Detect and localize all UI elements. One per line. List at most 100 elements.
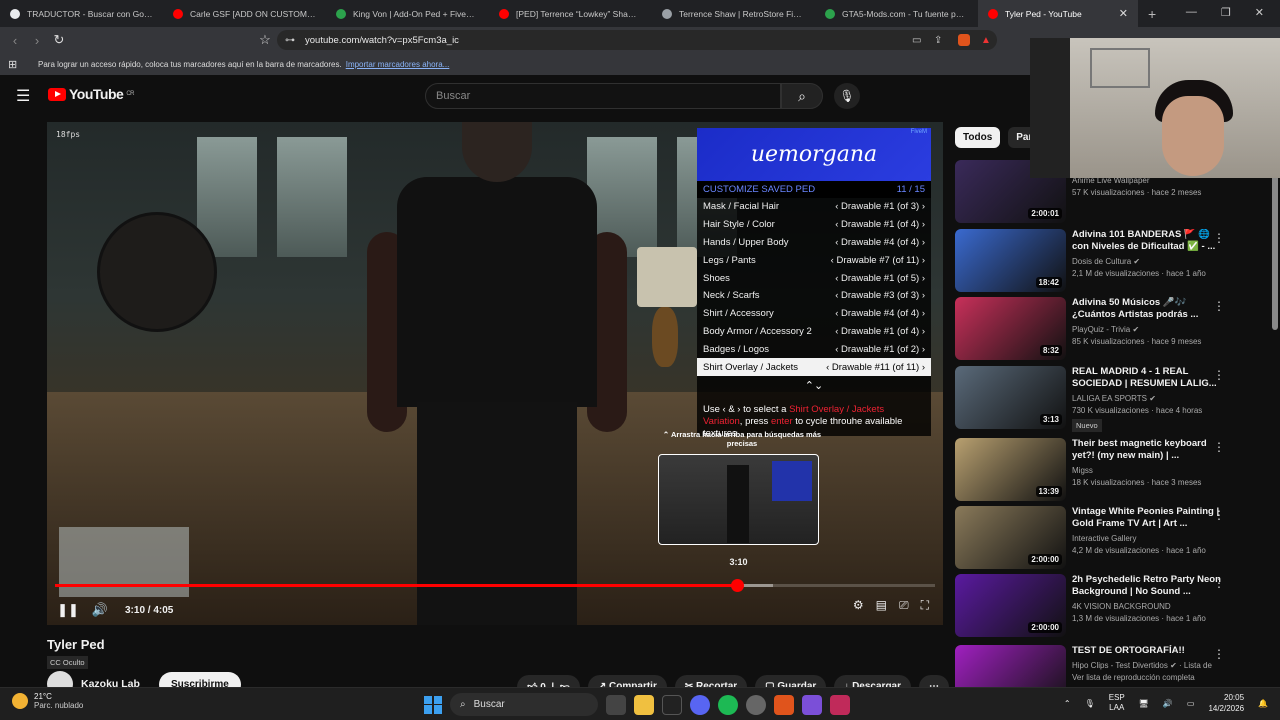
- bookmark-icon[interactable]: ☆: [254, 32, 276, 48]
- more-options-icon[interactable]: ⋮: [1213, 440, 1225, 454]
- weather-widget[interactable]: 21°C Parc. nublado: [12, 692, 83, 710]
- video-player[interactable]: 18fps uemorgana FiveM CUSTOMIZE SAVED PE…: [47, 122, 943, 625]
- network-icon[interactable]: 🖥: [1139, 699, 1149, 708]
- drag-hint: ⌃ Arrastra hacia arriba para búsquedas m…: [662, 430, 822, 448]
- video-thumbnail[interactable]: 3:13: [955, 366, 1066, 429]
- back-icon[interactable]: ‹: [4, 33, 26, 48]
- video-title[interactable]: Vintage White Peonies Painting | Gold Fr…: [1072, 506, 1222, 530]
- video-thumbnail[interactable]: 13:39: [955, 438, 1066, 501]
- ped-menu: uemorgana FiveM CUSTOMIZE SAVED PED 11 /…: [697, 128, 931, 436]
- taskbar-search[interactable]: ⌕ Buscar: [450, 693, 598, 716]
- pause-icon[interactable]: ❚❚: [57, 602, 79, 618]
- battery-icon[interactable]: ▭: [1187, 699, 1195, 708]
- site-info-icon[interactable]: ⊶: [285, 35, 295, 46]
- related-video[interactable]: 3:13 REAL MADRID 4 - 1 REAL SOCIEDAD | RE…: [955, 366, 1280, 432]
- task-view-icon[interactable]: [606, 694, 626, 715]
- video-channel[interactable]: Dosis de Cultura ✔: [1072, 257, 1222, 266]
- video-thumbnail[interactable]: 2:00:00: [955, 506, 1066, 569]
- video-channel[interactable]: PlayQuiz - Trivia ✔: [1072, 325, 1222, 334]
- windows-start-icon[interactable]: [424, 695, 442, 714]
- video-channel[interactable]: Hipo Clips - Test Divertidos ✔ · Lista d…: [1072, 661, 1222, 670]
- more-options-icon[interactable]: ⋮: [1213, 231, 1225, 245]
- share-icon[interactable]: ⇪: [934, 35, 942, 46]
- video-title[interactable]: Their best magnetic keyboard yet?! (my n…: [1072, 438, 1222, 462]
- video-title[interactable]: TEST DE ORTOGRAFÍA!!: [1072, 645, 1222, 657]
- video-title[interactable]: Adivina 101 BANDERAS 🚩 🌐 con Niveles de …: [1072, 229, 1222, 253]
- app-icon[interactable]: [662, 694, 682, 715]
- import-bookmarks-link[interactable]: Importar marcadores ahora...: [346, 60, 450, 69]
- youtube-logo[interactable]: YouTube CR: [48, 86, 134, 102]
- video-title[interactable]: Adivina 50 Músicos 🎤🎶 ¿Cuántos Artistas …: [1072, 297, 1222, 321]
- video-title[interactable]: 2h Psychedelic Retro Party Neon Backgrou…: [1072, 574, 1222, 598]
- brave-icon[interactable]: [774, 694, 794, 715]
- browser-tab[interactable]: TRADUCTOR - Buscar con Google: [0, 0, 163, 27]
- notification-icon[interactable]: 🔔: [1258, 699, 1268, 708]
- url-field[interactable]: youtube.com/watch?v=px5Fcm3a_ic: [277, 30, 997, 50]
- volume-tray-icon[interactable]: 🔊: [1163, 699, 1173, 708]
- related-video[interactable]: 13:39 Their best magnetic keyboard yet?! …: [955, 438, 1280, 502]
- video-thumbnail[interactable]: 2:00:00: [955, 574, 1066, 637]
- video-thumbnail[interactable]: 18:42: [955, 229, 1066, 292]
- discord-icon[interactable]: [690, 694, 710, 715]
- fivem-icon[interactable]: [830, 694, 850, 715]
- spotify-icon[interactable]: [718, 694, 738, 715]
- mic-tray-icon[interactable]: 🎙: [1085, 699, 1095, 708]
- forward-icon[interactable]: ›: [26, 33, 48, 48]
- video-channel[interactable]: LALIGA EA SPORTS ✔: [1072, 394, 1222, 403]
- minimize-icon[interactable]: —: [1186, 6, 1197, 19]
- settings-icon[interactable]: ⚙: [853, 598, 864, 613]
- voice-search-button[interactable]: 🎙: [834, 83, 860, 109]
- more-options-icon[interactable]: ⋮: [1213, 576, 1225, 590]
- filter-chip[interactable]: Todos: [955, 127, 1001, 148]
- more-options-icon[interactable]: ⋮: [1213, 508, 1225, 522]
- video-title[interactable]: REAL MADRID 4 - 1 REAL SOCIEDAD | RESUME…: [1072, 366, 1222, 390]
- fullscreen-icon[interactable]: ⛶: [921, 598, 929, 613]
- scrubber-handle[interactable]: [731, 579, 744, 592]
- tab-title: Terrence Shaw | RetroStore FiveM A: [679, 8, 805, 19]
- cc-badge: CC Oculto: [47, 656, 88, 669]
- related-video[interactable]: 2:00:00 Vintage White Peonies Painting | …: [955, 506, 1280, 570]
- volume-icon[interactable]: 🔊: [89, 602, 111, 618]
- more-options-icon[interactable]: ⋮: [1213, 299, 1225, 313]
- video-stats: 18 K visualizaciones · hace 3 meses: [1072, 478, 1202, 487]
- browser-tab[interactable]: GTA5-Mods.com - Tu fuente para lo: [815, 0, 978, 27]
- restore-icon[interactable]: ❐: [1221, 6, 1231, 19]
- browser-tab[interactable]: King Von | Add-On Ped + FiveM - GT: [326, 0, 489, 27]
- more-options-icon[interactable]: ⋮: [1213, 368, 1225, 382]
- language-indicator[interactable]: ESP LAA: [1109, 693, 1125, 713]
- browser-tab[interactable]: Carle GSF [ADD ON CUSTOM PED FI: [163, 0, 326, 27]
- extension-icon[interactable]: ▭: [912, 35, 921, 46]
- clock[interactable]: 20:05 14/2/2026: [1208, 692, 1244, 714]
- video-thumbnail[interactable]: 8:32: [955, 297, 1066, 360]
- related-video[interactable]: 8:32 Adivina 50 Músicos 🎤🎶 ¿Cuántos Artis…: [955, 297, 1280, 361]
- video-channel[interactable]: 4K VISION BACKGROUND: [1072, 602, 1222, 611]
- progress-bar[interactable]: [55, 579, 935, 592]
- browser-tab[interactable]: Tyler Ped - YouTube ✕: [978, 0, 1138, 27]
- file-explorer-icon[interactable]: [634, 694, 654, 715]
- video-channel[interactable]: Interactive Gallery: [1072, 534, 1222, 543]
- player-controls: ❚❚ 🔊 3:10 / 4:05: [47, 598, 943, 622]
- steam-icon[interactable]: [746, 694, 766, 715]
- menu-icon[interactable]: ☰: [16, 86, 30, 106]
- related-video[interactable]: 2:00:00 2h Psychedelic Retro Party Neon B…: [955, 574, 1280, 638]
- close-window-icon[interactable]: ✕: [1255, 6, 1264, 19]
- rewards-icon[interactable]: ▲: [981, 35, 991, 46]
- search-button[interactable]: ⌕: [781, 83, 823, 109]
- apps-icon[interactable]: ⊞: [8, 58, 17, 71]
- more-options-icon[interactable]: ⋮: [1213, 647, 1225, 661]
- obs-icon[interactable]: [802, 694, 822, 715]
- brave-shield-icon[interactable]: [958, 34, 970, 46]
- chevron-up-icon[interactable]: ⌃: [1064, 699, 1071, 708]
- browser-tab[interactable]: Terrence Shaw | RetroStore FiveM A: [652, 0, 815, 27]
- reload-icon[interactable]: ↻: [48, 32, 70, 48]
- video-channel[interactable]: Migss: [1072, 466, 1222, 475]
- close-tab-icon[interactable]: ✕: [1119, 7, 1128, 20]
- miniplayer-icon[interactable]: ▤: [876, 598, 887, 613]
- menu-row: Badges / Logos ‹ Drawable #1 (of 2) ›: [697, 340, 931, 359]
- search-input[interactable]: Buscar: [425, 83, 781, 109]
- related-video[interactable]: 18:42 Adivina 101 BANDERAS 🚩 🌐 con Nivele…: [955, 229, 1280, 293]
- search-icon: ⌕: [460, 699, 466, 710]
- cast-icon[interactable]: ⎚: [899, 598, 909, 613]
- browser-tab[interactable]: [PED] Terrence “Lowkey” Shaw – Hig: [489, 0, 652, 27]
- new-tab-icon[interactable]: +: [1138, 6, 1166, 22]
